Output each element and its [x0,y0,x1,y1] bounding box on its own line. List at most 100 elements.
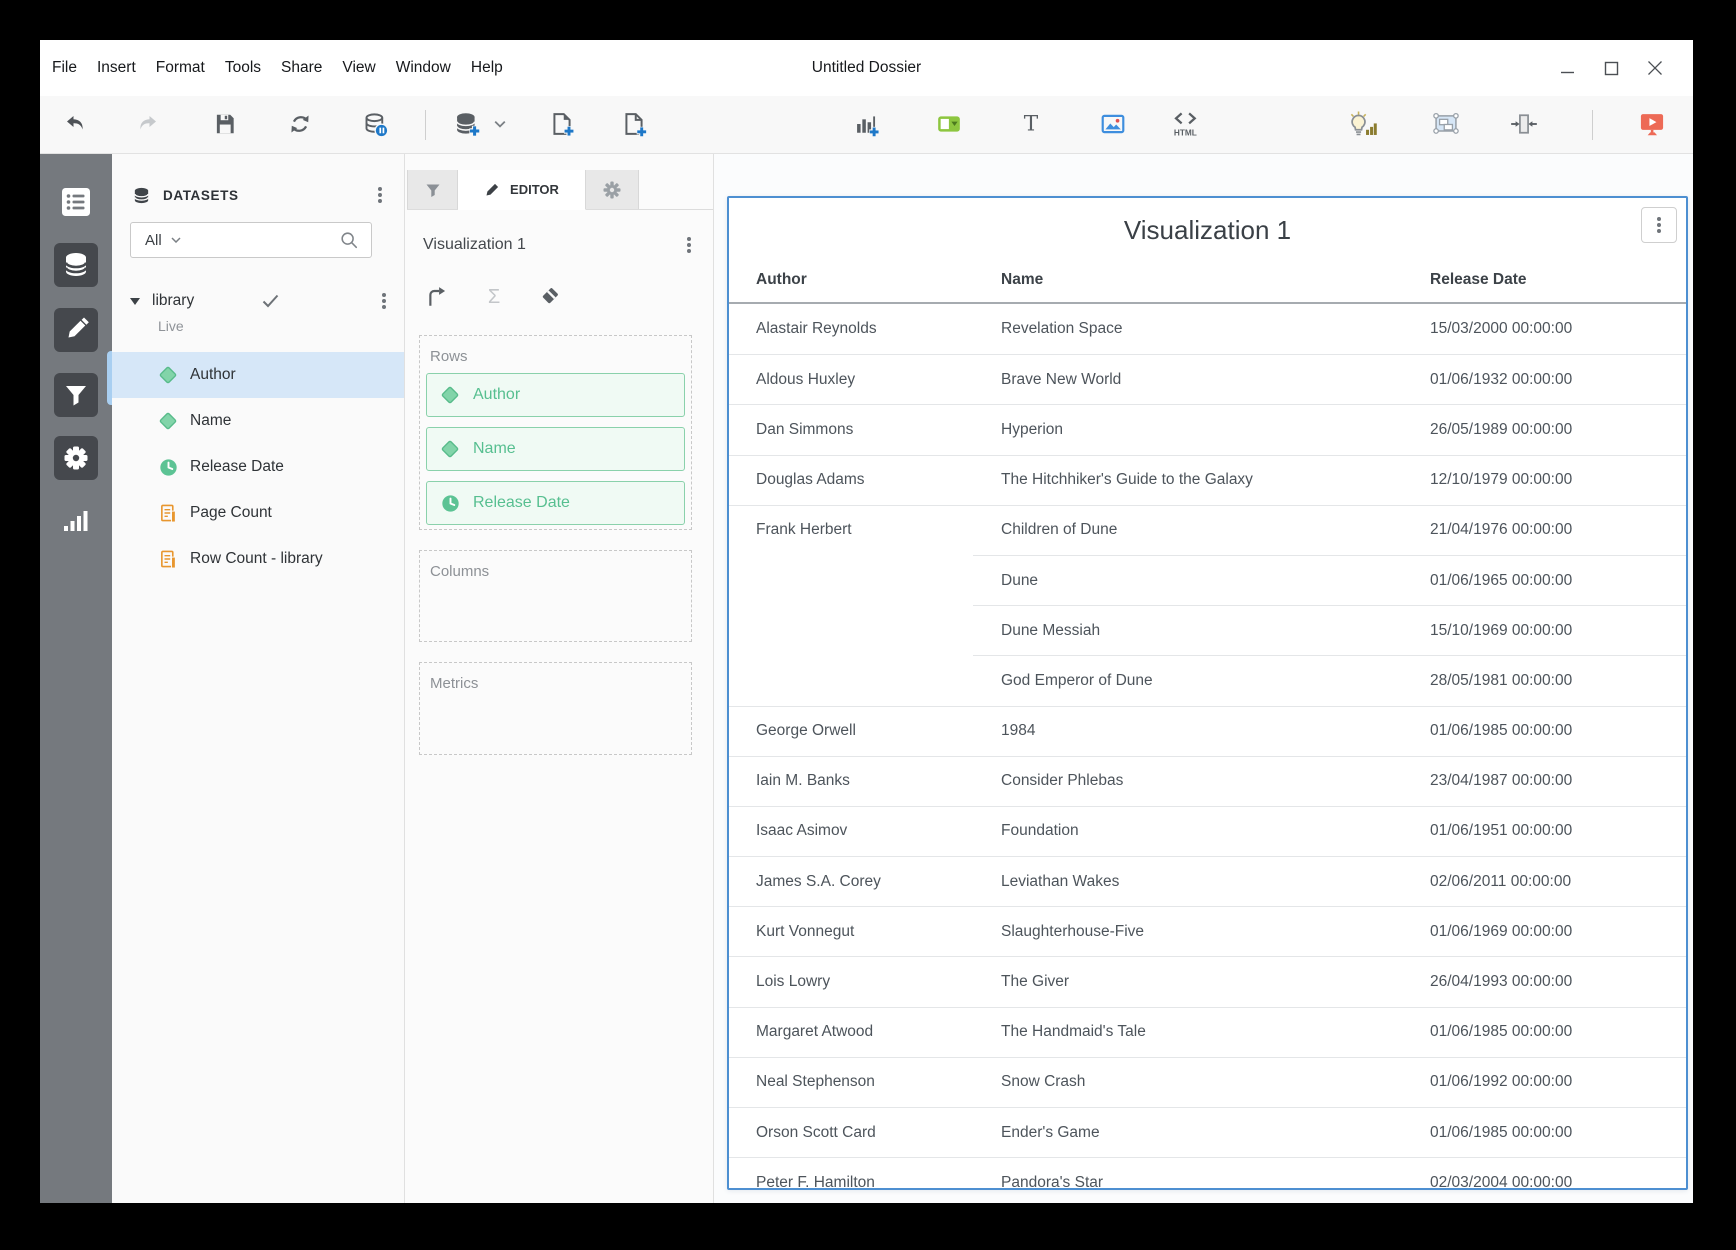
dataset-field[interactable]: Name [112,398,404,444]
text-button[interactable]: T [1014,107,1048,141]
visualization-options-button[interactable] [1641,207,1677,243]
refresh-button[interactable] [283,107,317,141]
table-row[interactable]: God Emperor of Dune 28/05/1981 00:00:00 [729,655,1686,705]
insights-button[interactable] [1345,107,1379,141]
tab-editor[interactable]: EDITOR [458,170,586,210]
redo-button[interactable] [131,107,165,141]
free-form-layout-button[interactable] [1429,107,1463,141]
visualization-panel[interactable]: Visualization 1 Author Name Release Date… [727,196,1688,1190]
dataset-field[interactable]: Release Date [112,444,404,490]
datasets-header-icon [132,186,151,205]
swap-axes-button[interactable] [423,284,453,310]
menu-item[interactable]: View [332,59,385,77]
table-row[interactable]: Frank Herbert Children of Dune 21/04/197… [729,505,1686,555]
cell-release-date: 15/10/1969 00:00:00 [1402,605,1686,655]
tab-settings[interactable] [586,170,639,209]
kebab-icon [378,193,382,197]
new-page-button[interactable] [545,107,579,141]
contents-panel-button[interactable] [54,180,98,224]
present-button[interactable] [1635,107,1669,141]
html-container-button[interactable]: HTML [1169,107,1203,141]
selector-button[interactable] [932,107,966,141]
table-row[interactable]: Dune 01/06/1965 00:00:00 [729,555,1686,605]
filter-panel-button[interactable] [54,373,98,417]
clear-all-button[interactable] [535,284,565,310]
dataset-field-label: Row Count - library [190,550,323,568]
table-row[interactable]: Aldous Huxley Brave New World 01/06/1932… [729,354,1686,404]
add-data-dropdown[interactable] [490,107,510,141]
columns-zone-label: Columns [430,563,687,580]
table-row[interactable]: Kurt Vonnegut Slaughterhouse-Five 01/06/… [729,906,1686,956]
columns-drop-zone[interactable]: Columns [419,550,692,642]
undo-button[interactable] [58,107,92,141]
visualization-menu-button[interactable] [677,233,701,257]
search-icon[interactable] [339,230,359,250]
image-button[interactable] [1096,107,1130,141]
cell-name: Slaughterhouse-Five [973,906,1402,956]
datasets-menu-button[interactable] [368,183,392,207]
table-row[interactable]: Lois Lowry The Giver 26/04/1993 00:00:00 [729,956,1686,1006]
kebab-icon [382,299,386,303]
edit-panel-button[interactable] [54,308,98,352]
table-row[interactable]: Dune Messiah 15/10/1969 00:00:00 [729,605,1686,655]
column-header-name[interactable]: Name [973,258,1402,302]
dataset-tree-row[interactable]: library [130,288,396,314]
minimize-button[interactable] [1559,60,1575,76]
left-icon-rail [40,154,112,1203]
cell-name: Snow Crash [973,1057,1402,1107]
dataset-field[interactable]: Page Count [112,490,404,536]
menu-item[interactable]: File [42,59,87,77]
close-button[interactable] [1647,60,1663,76]
add-data-button[interactable] [450,107,484,141]
menu-item[interactable]: Tools [215,59,271,77]
metrics-drop-zone[interactable]: Metrics [419,662,692,755]
menu-item[interactable]: Share [271,59,332,77]
field-chip[interactable]: Author [426,373,685,417]
save-button[interactable] [208,107,242,141]
cell-name: Children of Dune [973,505,1402,555]
totals-button[interactable]: Σ [479,284,509,310]
field-chip[interactable]: Name [426,427,685,471]
cell-author: Peter F. Hamilton [729,1157,973,1190]
table-row[interactable]: Iain M. Banks Consider Phlebas 23/04/198… [729,756,1686,806]
tab-filter[interactable] [407,170,458,209]
add-page-button[interactable] [617,107,651,141]
dataset-field[interactable]: Author [112,352,404,398]
maximize-button[interactable] [1603,60,1619,76]
table-row[interactable]: Dan Simmons Hyperion 26/05/1989 00:00:00 [729,404,1686,454]
fit-to-window-button[interactable] [1507,107,1541,141]
table-row[interactable]: Neal Stephenson Snow Crash 01/06/1992 00… [729,1057,1686,1107]
column-header-author[interactable]: Author [729,258,973,302]
table-row[interactable]: Douglas Adams The Hitchhiker's Guide to … [729,455,1686,505]
search-filter-dropdown[interactable]: All [145,232,181,249]
table-row[interactable]: George Orwell 1984 01/06/1985 00:00:00 [729,706,1686,756]
visualization-gallery-button[interactable] [54,498,98,542]
settings-panel-button[interactable] [54,436,98,480]
table-row[interactable]: Alastair Reynolds Revelation Space 15/03… [729,304,1686,354]
datasets-panel-button[interactable] [54,243,98,287]
text-icon: T [1018,111,1044,137]
dataset-status-button[interactable] [358,107,392,141]
rows-drop-zone[interactable]: Rows Author [419,335,692,530]
cell-author: Lois Lowry [729,956,973,1006]
add-visualization-button[interactable] [850,107,884,141]
menu-item[interactable]: Format [146,59,215,77]
dataset-menu-button[interactable] [372,289,396,313]
table-row[interactable]: Peter F. Hamilton Pandora's Star 02/03/2… [729,1157,1686,1190]
table-row[interactable]: Margaret Atwood The Handmaid's Tale 01/0… [729,1007,1686,1057]
menu-item[interactable]: Window [386,59,461,77]
collapse-triangle-icon[interactable] [130,298,140,305]
field-chip[interactable]: Release Date [426,481,685,525]
menu-item[interactable]: Insert [87,59,146,77]
table-row[interactable]: James S.A. Corey Leviathan Wakes 02/06/2… [729,856,1686,906]
datasets-panel: DATASETS All library Live [112,154,405,1203]
table-row[interactable]: Orson Scott Card Ender's Game 01/06/1985… [729,1107,1686,1157]
metric-icon [159,503,178,523]
menu-item[interactable]: Help [461,59,513,77]
dataset-field[interactable]: Row Count - library [112,536,404,582]
cell-author: Isaac Asimov [729,806,973,856]
column-header-release-date[interactable]: Release Date [1402,258,1686,302]
cell-release-date: 12/10/1979 00:00:00 [1402,455,1686,505]
table-row[interactable]: Isaac Asimov Foundation 01/06/1951 00:00… [729,806,1686,856]
dataset-search-box[interactable]: All [130,222,372,258]
